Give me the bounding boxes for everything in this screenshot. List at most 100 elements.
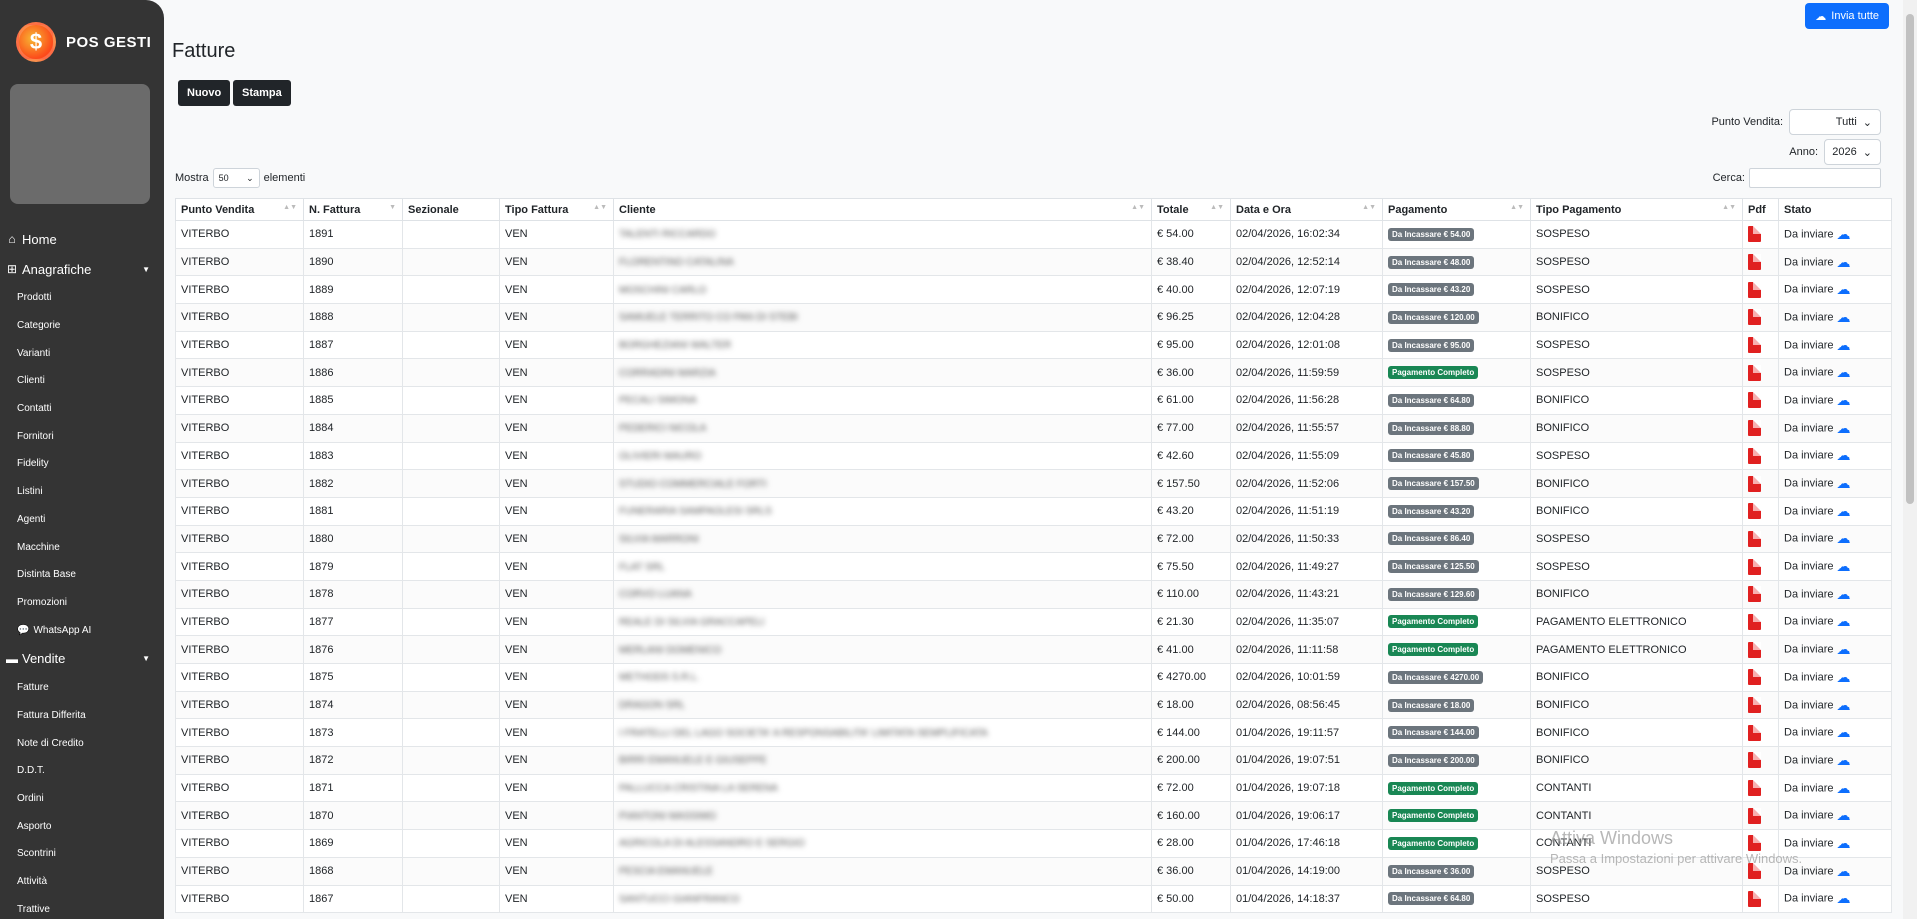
cloud-upload-icon[interactable]: ☁ xyxy=(1837,586,1851,603)
column-header-data-e-ora[interactable]: Data e Ora ▲▼ xyxy=(1230,198,1383,221)
column-header-tipo-pagamento[interactable]: Tipo Pagamento ▲▼ xyxy=(1530,198,1743,221)
page-length-select[interactable]: 50 ⌄ xyxy=(212,168,260,188)
table-row[interactable]: VITERBO 1884 VEN PEDERICI NICOLA € 77.00 02/0… xyxy=(175,413,1892,443)
pdf-icon[interactable] xyxy=(1748,420,1761,437)
table-row[interactable]: VITERBO 1867 VEN SANTUCCI GIANFRANCO € 50.00… xyxy=(175,884,1892,914)
sidebar-group-anagrafiche[interactable]: ⊞ Anagrafiche ▼ xyxy=(0,254,164,284)
table-row[interactable]: VITERBO 1885 VEN PECALI SIMONA € 61.00 02/04/… xyxy=(175,386,1892,415)
page-scrollbar[interactable] xyxy=(1903,0,1917,919)
cloud-upload-icon[interactable]: ☁ xyxy=(1837,613,1851,630)
cloud-upload-icon[interactable]: ☁ xyxy=(1837,558,1851,575)
cloud-upload-icon[interactable]: ☁ xyxy=(1837,364,1851,381)
table-row[interactable]: VITERBO 1877 VEN REALE DI SILVIA GRACCAPELI… xyxy=(175,607,1892,637)
column-header-pagamento[interactable]: Pagamento ▲▼ xyxy=(1382,198,1531,221)
pdf-icon[interactable] xyxy=(1748,752,1761,769)
pdf-icon[interactable] xyxy=(1748,392,1761,409)
pdf-icon[interactable] xyxy=(1748,254,1761,271)
print-button[interactable]: Stampa xyxy=(233,80,291,106)
pdf-icon[interactable] xyxy=(1748,503,1761,520)
pdf-icon[interactable] xyxy=(1748,641,1761,658)
pdf-icon[interactable] xyxy=(1748,835,1761,852)
search-input[interactable] xyxy=(1749,168,1881,188)
table-row[interactable]: VITERBO 1889 VEN MOSCHINI CARLO € 40.00 02/04… xyxy=(175,275,1892,305)
cloud-upload-icon[interactable]: ☁ xyxy=(1837,226,1851,243)
pdf-icon[interactable] xyxy=(1748,863,1761,880)
cloud-upload-icon[interactable]: ☁ xyxy=(1837,447,1851,464)
pdf-icon[interactable] xyxy=(1748,697,1761,714)
table-row[interactable]: VITERBO 1886 VEN CORRADINI MARZIA € 36.00 02/… xyxy=(175,358,1892,388)
table-row[interactable]: VITERBO 1873 VEN I FRATELLI DEL LAGO SOCIET… xyxy=(175,718,1892,748)
column-header-stato[interactable]: Stato xyxy=(1778,198,1892,221)
sidebar-item-contatti[interactable]: Contatti xyxy=(0,395,164,423)
send-all-button[interactable]: ☁ Invia tutte xyxy=(1805,3,1889,29)
cloud-upload-icon[interactable]: ☁ xyxy=(1837,752,1851,769)
pdf-icon[interactable] xyxy=(1748,890,1761,907)
table-row[interactable]: VITERBO 1869 VEN AGRICOLA DI ALESSANDRO E S… xyxy=(175,829,1892,858)
sidebar-item-asporto[interactable]: Asporto xyxy=(0,812,164,840)
sidebar-item-attivit[interactable]: Attività xyxy=(0,868,164,896)
pdf-icon[interactable] xyxy=(1748,309,1761,326)
sidebar-item-fornitori[interactable]: Fornitori xyxy=(0,422,164,450)
table-row[interactable]: VITERBO 1876 VEN MERLANI DOMENICO € 41.00 02/… xyxy=(175,635,1892,664)
sidebar-item-fatture[interactable]: Fatture xyxy=(0,674,164,702)
sidebar-item-fattura-differita[interactable]: Fattura Differita xyxy=(0,702,164,730)
column-header-pdf[interactable]: Pdf xyxy=(1742,198,1779,221)
column-header-totale[interactable]: Totale ▲▼ xyxy=(1151,198,1231,221)
pdf-icon[interactable] xyxy=(1748,780,1761,797)
cloud-upload-icon[interactable]: ☁ xyxy=(1837,337,1851,354)
sidebar-item-listini[interactable]: Listini xyxy=(0,478,164,506)
pdf-icon[interactable] xyxy=(1748,669,1761,686)
anno-select[interactable]: 2026 ⌄ xyxy=(1824,139,1881,165)
column-header-n-fattura[interactable]: N. Fattura ▼ xyxy=(303,198,403,221)
cloud-upload-icon[interactable]: ☁ xyxy=(1837,281,1851,298)
sidebar-item-whatsapp-ai[interactable]: 💬 WhatsApp AI xyxy=(0,616,164,644)
table-row[interactable]: VITERBO 1881 VEN FUNERARIA SAMPAOLESI SRLS €… xyxy=(175,496,1892,526)
cloud-upload-icon[interactable]: ☁ xyxy=(1837,807,1851,824)
sidebar-item-scontrini[interactable]: Scontrini xyxy=(0,840,164,868)
table-row[interactable]: VITERBO 1888 VEN SAMUELE TERRITO CO PAN DI … xyxy=(175,303,1892,332)
pdf-icon[interactable] xyxy=(1748,530,1761,547)
cloud-upload-icon[interactable]: ☁ xyxy=(1837,503,1851,520)
sidebar-item-distinta-base[interactable]: Distinta Base xyxy=(0,561,164,589)
table-row[interactable]: VITERBO 1871 VEN PALLUCCA CRISTINA LA SEREN… xyxy=(175,773,1892,803)
sidebar-item-categorie[interactable]: Categorie xyxy=(0,312,164,340)
sidebar-item-clienti[interactable]: Clienti xyxy=(0,367,164,395)
sidebar-item-note-di-credito[interactable]: Note di Credito xyxy=(0,729,164,757)
sidebar-item-fidelity[interactable]: Fidelity xyxy=(0,450,164,478)
table-row[interactable]: VITERBO 1868 VEN PESCIA EMANUELE € 36.00 01/0… xyxy=(175,856,1892,886)
table-row[interactable]: VITERBO 1879 VEN FLAT SRL € 75.50 02/04/2026,… xyxy=(175,552,1892,581)
sidebar-item-ordini[interactable]: Ordini xyxy=(0,785,164,813)
table-row[interactable]: VITERBO 1878 VEN CORVO LUANA € 110.00 02/04/2… xyxy=(175,579,1892,609)
table-row[interactable]: VITERBO 1890 VEN FLORENTINO CATALINA € 38.40… xyxy=(175,247,1892,277)
table-row[interactable]: VITERBO 1880 VEN SILVIA MARRONI € 72.00 02/04… xyxy=(175,524,1892,554)
brand[interactable]: $ POS GESTI xyxy=(0,0,164,84)
pdf-icon[interactable] xyxy=(1748,337,1761,354)
sidebar-item-trattive[interactable]: Trattive xyxy=(0,895,164,919)
cloud-upload-icon[interactable]: ☁ xyxy=(1837,697,1851,714)
sidebar-item-d-d-t[interactable]: D.D.T. xyxy=(0,757,164,785)
table-row[interactable]: VITERBO 1872 VEN BIRRI EMANUELE E GIUSEPPE €… xyxy=(175,746,1892,775)
table-row[interactable]: VITERBO 1891 VEN TALENTI RICCARDO € 54.00 02/… xyxy=(175,220,1892,249)
cloud-upload-icon[interactable]: ☁ xyxy=(1837,530,1851,547)
column-header-cliente[interactable]: Cliente ▲▼ xyxy=(613,198,1152,221)
cloud-upload-icon[interactable]: ☁ xyxy=(1837,309,1851,326)
pdf-icon[interactable] xyxy=(1748,475,1761,492)
cloud-upload-icon[interactable]: ☁ xyxy=(1837,890,1851,907)
sidebar-group-vendite[interactable]: ▬ Vendite ▼ xyxy=(0,644,164,674)
pdf-icon[interactable] xyxy=(1748,364,1761,381)
cloud-upload-icon[interactable]: ☁ xyxy=(1837,669,1851,686)
cloud-upload-icon[interactable]: ☁ xyxy=(1837,835,1851,852)
column-header-punto-vendita[interactable]: Punto Vendita ▲▼ xyxy=(175,198,304,221)
pdf-icon[interactable] xyxy=(1748,226,1761,243)
sidebar-item-macchine[interactable]: Macchine xyxy=(0,533,164,561)
table-row[interactable]: VITERBO 1887 VEN BORGHEZIANI WALTER € 95.00 0… xyxy=(175,330,1892,360)
table-row[interactable]: VITERBO 1875 VEN METHODS S.R.L. € 4270.00 02/… xyxy=(175,663,1892,692)
table-row[interactable]: VITERBO 1874 VEN DRAGON SRL € 18.00 02/04/202… xyxy=(175,690,1892,720)
punto-vendita-select[interactable]: Tutti ⌄ xyxy=(1789,109,1881,135)
scrollbar-thumb[interactable] xyxy=(1906,14,1914,504)
table-row[interactable]: VITERBO 1870 VEN PIANTONI MASSIMO € 160.00 01… xyxy=(175,801,1892,831)
pdf-icon[interactable] xyxy=(1748,586,1761,603)
table-row[interactable]: VITERBO 1883 VEN OLIVIERI MAURO € 42.60 02/04… xyxy=(175,441,1892,471)
cloud-upload-icon[interactable]: ☁ xyxy=(1837,641,1851,658)
cloud-upload-icon[interactable]: ☁ xyxy=(1837,475,1851,492)
